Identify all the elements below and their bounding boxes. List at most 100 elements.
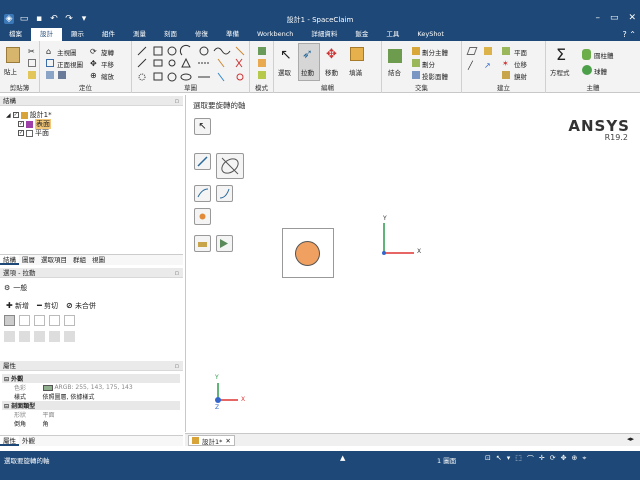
cylinder-icon[interactable] [582, 49, 591, 60]
plane-tool-icon[interactable] [484, 47, 492, 55]
document-tab[interactable]: 設計1* ✕ [188, 435, 235, 446]
options-general-section[interactable]: ⚙ 一般 [4, 283, 27, 293]
tab-scroll-icon[interactable]: ◂▸ [627, 435, 634, 443]
equation-button[interactable]: 方程式 [550, 67, 570, 77]
section-mode-icon[interactable] [258, 59, 266, 67]
equation-icon[interactable]: Σ [556, 45, 570, 64]
tab-keyshot[interactable]: KeyShot [408, 28, 453, 41]
no-merge-option[interactable]: ⊘ 未合併 [66, 301, 96, 311]
ruler-icon[interactable] [194, 235, 211, 252]
select-tool-icon[interactable]: ↖ [194, 118, 211, 135]
rotate-view-icon[interactable]: ⟳ [550, 454, 556, 464]
add-option[interactable]: ✚ 新增 [6, 301, 29, 311]
design-viewport[interactable]: 選取要旋轉的軸 ANSYS R19.2 ↖ Y X Y X Z [185, 95, 640, 432]
tab-views[interactable]: 視圖 [89, 255, 108, 265]
split-body-button[interactable]: 劃分主體 [422, 47, 448, 57]
combine-button[interactable]: 結合 [388, 67, 401, 77]
plan-view-icon[interactable] [46, 59, 54, 67]
format-icon[interactable] [28, 71, 36, 79]
render-icon[interactable] [58, 71, 66, 79]
collapse-icon[interactable]: ◢ [6, 112, 11, 119]
combine-icon[interactable] [388, 49, 402, 63]
pull-icon[interactable]: ➶ [302, 47, 316, 63]
spin-icon[interactable]: ⟳ [90, 47, 98, 56]
cylinder-button[interactable]: 圓柱體 [594, 50, 614, 60]
sphere-button[interactable]: 球體 [594, 66, 607, 76]
tab-assembly[interactable]: 組件 [93, 28, 124, 41]
fill-button[interactable]: 填滿 [349, 67, 362, 77]
home-view-button[interactable]: 主視圖 [57, 47, 77, 57]
tree-item-plane[interactable]: ✓ 平面 [18, 128, 49, 138]
tab-properties[interactable]: 屬性 [0, 436, 19, 446]
circle-disk[interactable] [295, 241, 320, 266]
split-body-icon[interactable] [412, 47, 420, 55]
pull-option-icon[interactable] [34, 315, 45, 326]
tab-workbench[interactable]: Workbench [248, 28, 302, 41]
select-mode-icon[interactable]: ⊡ [485, 454, 491, 464]
select-button[interactable]: 選取 [278, 67, 291, 77]
project-button[interactable]: 投影面體 [422, 71, 448, 81]
checkbox-icon[interactable]: ✓ [18, 130, 24, 136]
tab-sheet-metal[interactable]: 鈑金 [346, 28, 377, 41]
property-group-appearance[interactable]: ⊟ 外觀 [2, 374, 180, 383]
create-mirror-button[interactable]: 鏡射 [514, 71, 527, 81]
tab-facets[interactable]: 刻面 [155, 28, 186, 41]
tab-repair[interactable]: 修復 [186, 28, 217, 41]
pan-icon[interactable]: ✥ [90, 59, 98, 68]
pull-option-icon[interactable] [49, 315, 60, 326]
move-icon[interactable]: ✥ [326, 47, 340, 63]
pin-icon[interactable]: ▫ [175, 361, 179, 371]
pan-view-icon[interactable]: ✥ [561, 454, 567, 464]
line-icon[interactable]: ╱ [468, 61, 476, 70]
home-icon[interactable]: ⌂ [46, 47, 54, 56]
checkbox-icon[interactable]: ✓ [18, 121, 24, 127]
property-group-section[interactable]: ⊟ 剖面類型 [2, 401, 180, 410]
zoom-view-icon[interactable]: ⊕ [572, 454, 578, 464]
paste-icon[interactable] [6, 47, 20, 63]
revolve-axis-icon[interactable] [216, 153, 244, 179]
maximize-icon[interactable]: ▭ [610, 13, 619, 23]
pull-option-icon[interactable] [34, 331, 45, 342]
project-icon[interactable] [412, 71, 420, 79]
move-button[interactable]: 移動 [325, 67, 338, 77]
pin-icon[interactable]: ▫ [175, 268, 179, 278]
zoom-button[interactable]: 縮放 [101, 71, 114, 81]
split-button[interactable]: 劃分 [422, 59, 435, 69]
pull-option-icon[interactable] [4, 315, 15, 326]
tab-display[interactable]: 顯示 [62, 28, 93, 41]
pull-direction-icon[interactable] [194, 153, 211, 170]
view-cube-icon[interactable] [46, 71, 54, 79]
split-icon[interactable] [412, 59, 420, 67]
copy-icon[interactable] [28, 59, 36, 67]
pin-icon[interactable]: ▫ [175, 96, 179, 106]
tab-groups[interactable]: 群組 [70, 255, 89, 265]
sphere-icon[interactable] [582, 65, 592, 75]
offset-icon[interactable] [502, 47, 510, 55]
pull-option-icon[interactable] [19, 331, 30, 342]
fit-icon[interactable]: ⌖ [582, 454, 586, 464]
tab-selection[interactable]: 選取項目 [38, 255, 70, 265]
create-offset-button[interactable]: 位移 [514, 59, 527, 69]
pull-option-icon[interactable] [19, 315, 30, 326]
pull-option-icon[interactable] [64, 315, 75, 326]
sweep-icon[interactable] [216, 185, 233, 202]
pull-option-icon[interactable] [64, 331, 75, 342]
up-to-icon[interactable] [194, 185, 211, 202]
tab-layers[interactable]: 圖層 [19, 255, 38, 265]
pull-option-icon[interactable] [49, 331, 60, 342]
zoom-icon[interactable]: ⊕ [90, 71, 98, 80]
cut-option[interactable]: ━ 剪切 [37, 301, 58, 311]
minimize-icon[interactable]: – [595, 13, 600, 23]
create-plane-button[interactable]: 平面 [514, 47, 527, 57]
lasso-icon[interactable]: ⌒ [527, 454, 534, 464]
tab-measure[interactable]: 測量 [124, 28, 155, 41]
property-value-shape[interactable]: 平面 [41, 410, 180, 419]
plane-icon[interactable] [466, 47, 478, 55]
checkbox-icon[interactable]: ✓ [12, 112, 19, 118]
tab-design[interactable]: 設計 [31, 28, 62, 41]
surface-face[interactable] [282, 228, 334, 278]
tab-detail[interactable]: 詳細資料 [302, 28, 346, 41]
snap-icon[interactable]: ✛ [539, 454, 545, 464]
3d-mode-icon[interactable] [258, 71, 266, 79]
tab-file[interactable]: 檔案 [0, 28, 31, 41]
